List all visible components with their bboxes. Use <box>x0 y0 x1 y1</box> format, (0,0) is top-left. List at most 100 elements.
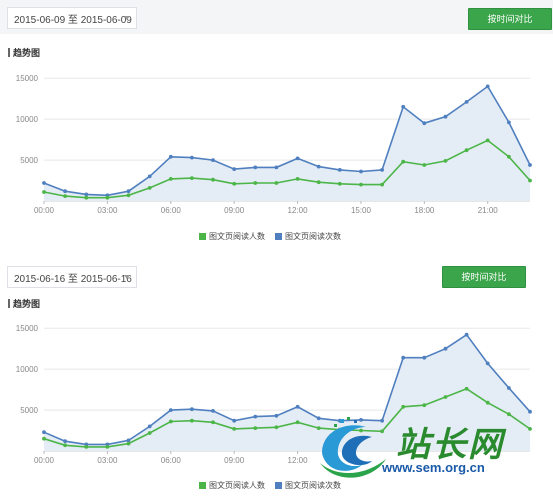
series-reads-point <box>253 426 258 430</box>
series-reads-point <box>168 419 173 424</box>
series-reads-point <box>126 441 131 446</box>
series-reads-point <box>63 443 67 448</box>
series-reads-point <box>274 425 279 430</box>
chevron-down-icon <box>124 16 130 20</box>
series-count-point <box>42 181 46 185</box>
section-title: 趋势图 <box>8 297 40 310</box>
series-reads-point <box>232 181 237 186</box>
series-count-point <box>274 413 279 418</box>
toolbar: 2015-06-09 至 2015-06-09 按时间对比 <box>0 0 553 34</box>
series-reads-point <box>105 445 110 449</box>
series-count-point <box>401 355 406 360</box>
series-count-point <box>84 192 89 197</box>
series-reads-point <box>42 436 46 441</box>
series-area-count <box>44 86 530 201</box>
series-count-point <box>401 104 406 109</box>
series-reads-point <box>147 431 152 435</box>
compare-by-time-button[interactable]: 按时间对比 <box>468 8 552 30</box>
series-reads-point <box>464 148 469 153</box>
series-reads-point <box>485 400 490 405</box>
series-count-point <box>211 409 215 413</box>
series-reads-point <box>274 181 279 185</box>
series-reads-point <box>401 404 406 409</box>
series-count-point <box>211 158 215 162</box>
legend-item-reads[interactable]: 图文页阅读人数 <box>199 480 265 491</box>
series-count-point <box>443 346 448 351</box>
x-tick-label: 03:00 <box>97 456 118 465</box>
series-count-point <box>232 418 237 423</box>
series-reads-point <box>401 159 406 164</box>
series-reads-point <box>190 176 194 180</box>
series-count-point <box>190 407 194 412</box>
legend-label-count: 图文页阅读次数 <box>285 232 341 241</box>
series-count-point <box>126 189 131 194</box>
y-tick-label: 5000 <box>20 406 38 415</box>
legend-item-count[interactable]: 图文页阅读次数 <box>275 231 341 242</box>
section-title-text: 趋势图 <box>13 299 41 309</box>
series-count-point <box>507 120 511 125</box>
series-reads-point <box>528 178 532 183</box>
date-range-select[interactable]: 2015-06-16 至 2015-06-16 <box>7 266 137 288</box>
chart-panel-1: 2015-06-09 至 2015-06-09 按时间对比 趋势图 5000 10… <box>0 0 553 250</box>
series-count-point <box>253 414 258 419</box>
x-tick-label: 09:00 <box>224 456 245 465</box>
series-count-point <box>232 167 237 171</box>
series-reads-point <box>443 395 448 399</box>
series-reads-point <box>84 195 89 200</box>
series-reads-point <box>507 154 511 159</box>
series-count-point <box>147 424 152 429</box>
section-title: 趋势图 <box>8 46 40 59</box>
series-reads-point <box>464 386 469 391</box>
x-tick-label: 21:00 <box>478 206 499 215</box>
compare-by-time-button[interactable]: 按时间对比 <box>442 266 526 288</box>
series-reads-point <box>359 182 363 187</box>
series-reads-point <box>485 138 490 143</box>
date-range-select[interactable]: 2015-06-09 至 2015-06-09 <box>7 7 137 29</box>
series-reads-point <box>211 177 215 182</box>
y-tick-label: 10000 <box>16 115 39 124</box>
series-reads-point <box>84 445 89 449</box>
site-watermark: 站长网 www.sem.org.cn <box>314 415 544 495</box>
series-reads-point <box>211 420 215 425</box>
x-tick-label: 03:00 <box>97 206 118 215</box>
legend: 图文页阅读人数 图文页阅读次数 <box>199 231 341 242</box>
watermark-url: www.sem.org.cn <box>382 460 485 475</box>
series-count-point <box>380 168 384 172</box>
date-range-text: 2015-06-09 至 2015-06-09 <box>14 14 132 26</box>
x-tick-label: 12:00 <box>288 456 309 465</box>
series-count-point <box>422 355 427 360</box>
series-count-point <box>63 189 67 194</box>
x-tick-label: 00:00 <box>34 456 55 465</box>
legend-item-reads[interactable]: 图文页阅读人数 <box>199 231 265 242</box>
series-count-point <box>485 84 490 89</box>
x-tick-label: 00:00 <box>34 206 55 215</box>
legend-swatch-reads <box>199 482 206 489</box>
series-reads-point <box>443 159 448 163</box>
legend-label-reads: 图文页阅读人数 <box>209 232 265 241</box>
title-bar-icon <box>8 299 10 308</box>
series-count-point <box>359 169 363 174</box>
series-count-point <box>190 155 194 160</box>
y-tick-label: 10000 <box>16 365 39 374</box>
series-reads-point <box>147 186 152 190</box>
series-reads-point <box>316 180 321 185</box>
toolbar: 2015-06-16 至 2015-06-16 按时间对比 <box>0 262 553 296</box>
series-count-point <box>42 430 46 435</box>
series-reads-point <box>126 193 131 198</box>
x-tick-label: 09:00 <box>224 206 245 215</box>
legend-swatch-count <box>275 233 282 240</box>
x-tick-label: 15:00 <box>351 206 372 215</box>
legend-swatch-reads <box>199 233 206 240</box>
title-bar-icon <box>8 48 10 57</box>
series-count-point <box>464 332 469 337</box>
series-reads-point <box>63 194 67 199</box>
series-reads-point <box>422 163 427 167</box>
watermark-logo-text: 站长网 <box>396 425 504 465</box>
legend-swatch-count <box>275 482 282 489</box>
series-count-point <box>528 163 532 167</box>
series-reads-point <box>295 420 300 425</box>
series-count-point <box>485 361 490 366</box>
x-tick-label: 06:00 <box>161 206 182 215</box>
chevron-down-icon <box>124 275 130 279</box>
y-tick-label: 15000 <box>16 324 39 333</box>
